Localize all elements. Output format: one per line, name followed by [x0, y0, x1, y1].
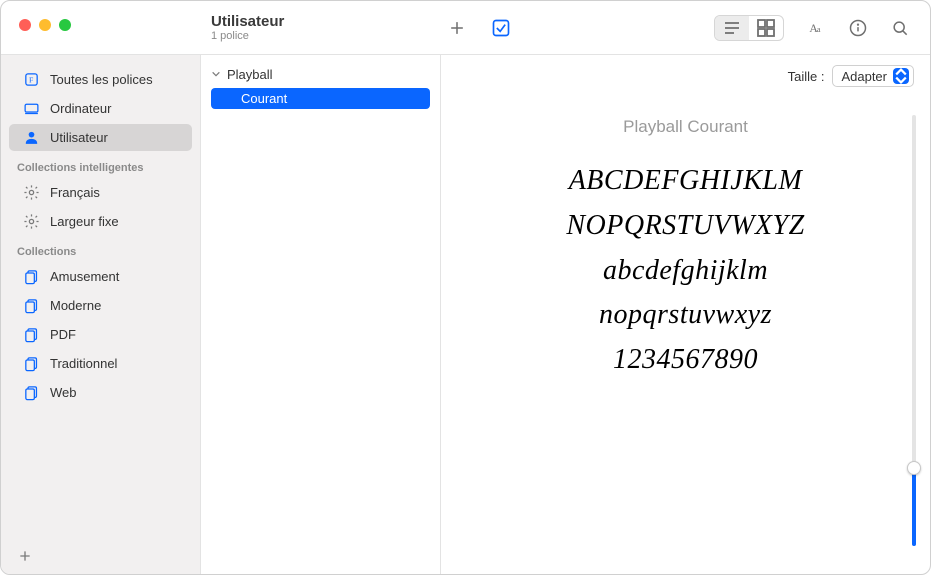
sample-line: 1234567890: [613, 338, 758, 383]
sidebar-item-pdf[interactable]: PDF: [9, 321, 192, 348]
font-book-window: Utilisateur 1 police Aa: [0, 0, 931, 575]
enable-toggle-button[interactable]: [491, 18, 511, 38]
view-sample-button[interactable]: [715, 16, 749, 40]
search-button[interactable]: [890, 18, 910, 38]
toolbar-title-group: Utilisateur 1 police: [201, 1, 441, 54]
font-style-label: Courant: [241, 91, 287, 106]
page-title: Utilisateur: [211, 13, 431, 30]
sidebar-item-label: Amusement: [50, 269, 119, 284]
chevron-up-down-icon: [893, 68, 909, 84]
size-select[interactable]: Adapter: [832, 65, 914, 87]
page-subtitle: 1 police: [211, 30, 431, 42]
sidebar-item-fixed-width[interactable]: Largeur fixe: [9, 208, 192, 235]
preview-controls: Taille : Adapter: [441, 55, 930, 87]
sidebar-item-web[interactable]: Web: [9, 379, 192, 406]
size-value: Adapter: [841, 69, 887, 84]
sidebar-item-computer[interactable]: Ordinateur: [9, 95, 192, 122]
sidebar-item-label: Largeur fixe: [50, 214, 119, 229]
info-button[interactable]: [848, 18, 868, 38]
sample-line: nopqrstuvwxyz: [599, 293, 772, 338]
sample-line: abcdefghijklm: [603, 249, 768, 294]
gear-icon: [23, 184, 40, 201]
sidebar-item-label: Utilisateur: [50, 130, 108, 145]
sidebar-item-francais[interactable]: Français: [9, 179, 192, 206]
sidebar-footer: [1, 538, 200, 574]
minimize-window-button[interactable]: [39, 19, 51, 31]
view-grid-button[interactable]: [749, 16, 783, 40]
sidebar-item-label: Français: [50, 185, 100, 200]
collection-icon: [23, 297, 40, 314]
slider-fill: [912, 468, 916, 546]
collection-icon: [23, 384, 40, 401]
sample-line: NOPQRSTUVWXYZ: [566, 204, 804, 249]
add-collection-button[interactable]: [17, 548, 33, 564]
font-family-row[interactable]: Playball: [201, 63, 440, 86]
main-content: F Toutes les polices Ordinateur Utilisat…: [1, 55, 930, 574]
preview-panel: Taille : Adapter Playball Courant ABCDEF…: [441, 55, 930, 574]
sidebar-item-user[interactable]: Utilisateur: [9, 124, 192, 151]
svg-text:a: a: [817, 25, 821, 34]
toolbar-actions-left: [441, 1, 714, 54]
size-slider[interactable]: [912, 115, 916, 546]
sidebar-header-collections: Collections: [1, 236, 200, 262]
sidebar-item-label: Web: [50, 385, 77, 400]
user-icon: [23, 129, 40, 146]
sidebar: F Toutes les polices Ordinateur Utilisat…: [1, 55, 201, 574]
chevron-down-icon: [211, 67, 221, 82]
computer-icon: [23, 100, 40, 117]
preview-body: Playball Courant ABCDEFGHIJKLM NOPQRSTUV…: [441, 87, 930, 574]
add-button[interactable]: [447, 18, 467, 38]
toolbar-actions-right: Aa: [714, 1, 930, 54]
all-fonts-icon: F: [23, 71, 40, 88]
sidebar-item-label: Ordinateur: [50, 101, 111, 116]
sidebar-item-label: Traditionnel: [50, 356, 117, 371]
sidebar-header-smart: Collections intelligentes: [1, 152, 200, 178]
zoom-window-button[interactable]: [59, 19, 71, 31]
close-window-button[interactable]: [19, 19, 31, 31]
font-family-name: Playball: [227, 67, 273, 82]
sidebar-item-amusement[interactable]: Amusement: [9, 263, 192, 290]
sidebar-item-traditionnel[interactable]: Traditionnel: [9, 350, 192, 377]
toolbar: Utilisateur 1 police Aa: [1, 1, 930, 55]
gear-icon: [23, 213, 40, 230]
sidebar-item-label: Moderne: [50, 298, 101, 313]
collection-icon: [23, 326, 40, 343]
collection-icon: [23, 268, 40, 285]
svg-text:F: F: [29, 75, 34, 84]
sample-line: ABCDEFGHIJKLM: [569, 159, 803, 204]
collection-icon: [23, 355, 40, 372]
repertoire-button[interactable]: Aa: [806, 18, 826, 38]
window-controls: [1, 1, 201, 54]
sidebar-item-moderne[interactable]: Moderne: [9, 292, 192, 319]
sidebar-item-label: PDF: [50, 327, 76, 342]
view-mode-segmented: [714, 15, 784, 41]
size-label: Taille :: [788, 69, 825, 84]
sidebar-item-label: Toutes les polices: [50, 72, 153, 87]
font-list-panel: Playball Courant: [201, 55, 441, 574]
preview-title: Playball Courant: [623, 117, 748, 137]
font-style-row[interactable]: Courant: [211, 88, 430, 109]
sidebar-item-all-fonts[interactable]: F Toutes les polices: [9, 66, 192, 93]
